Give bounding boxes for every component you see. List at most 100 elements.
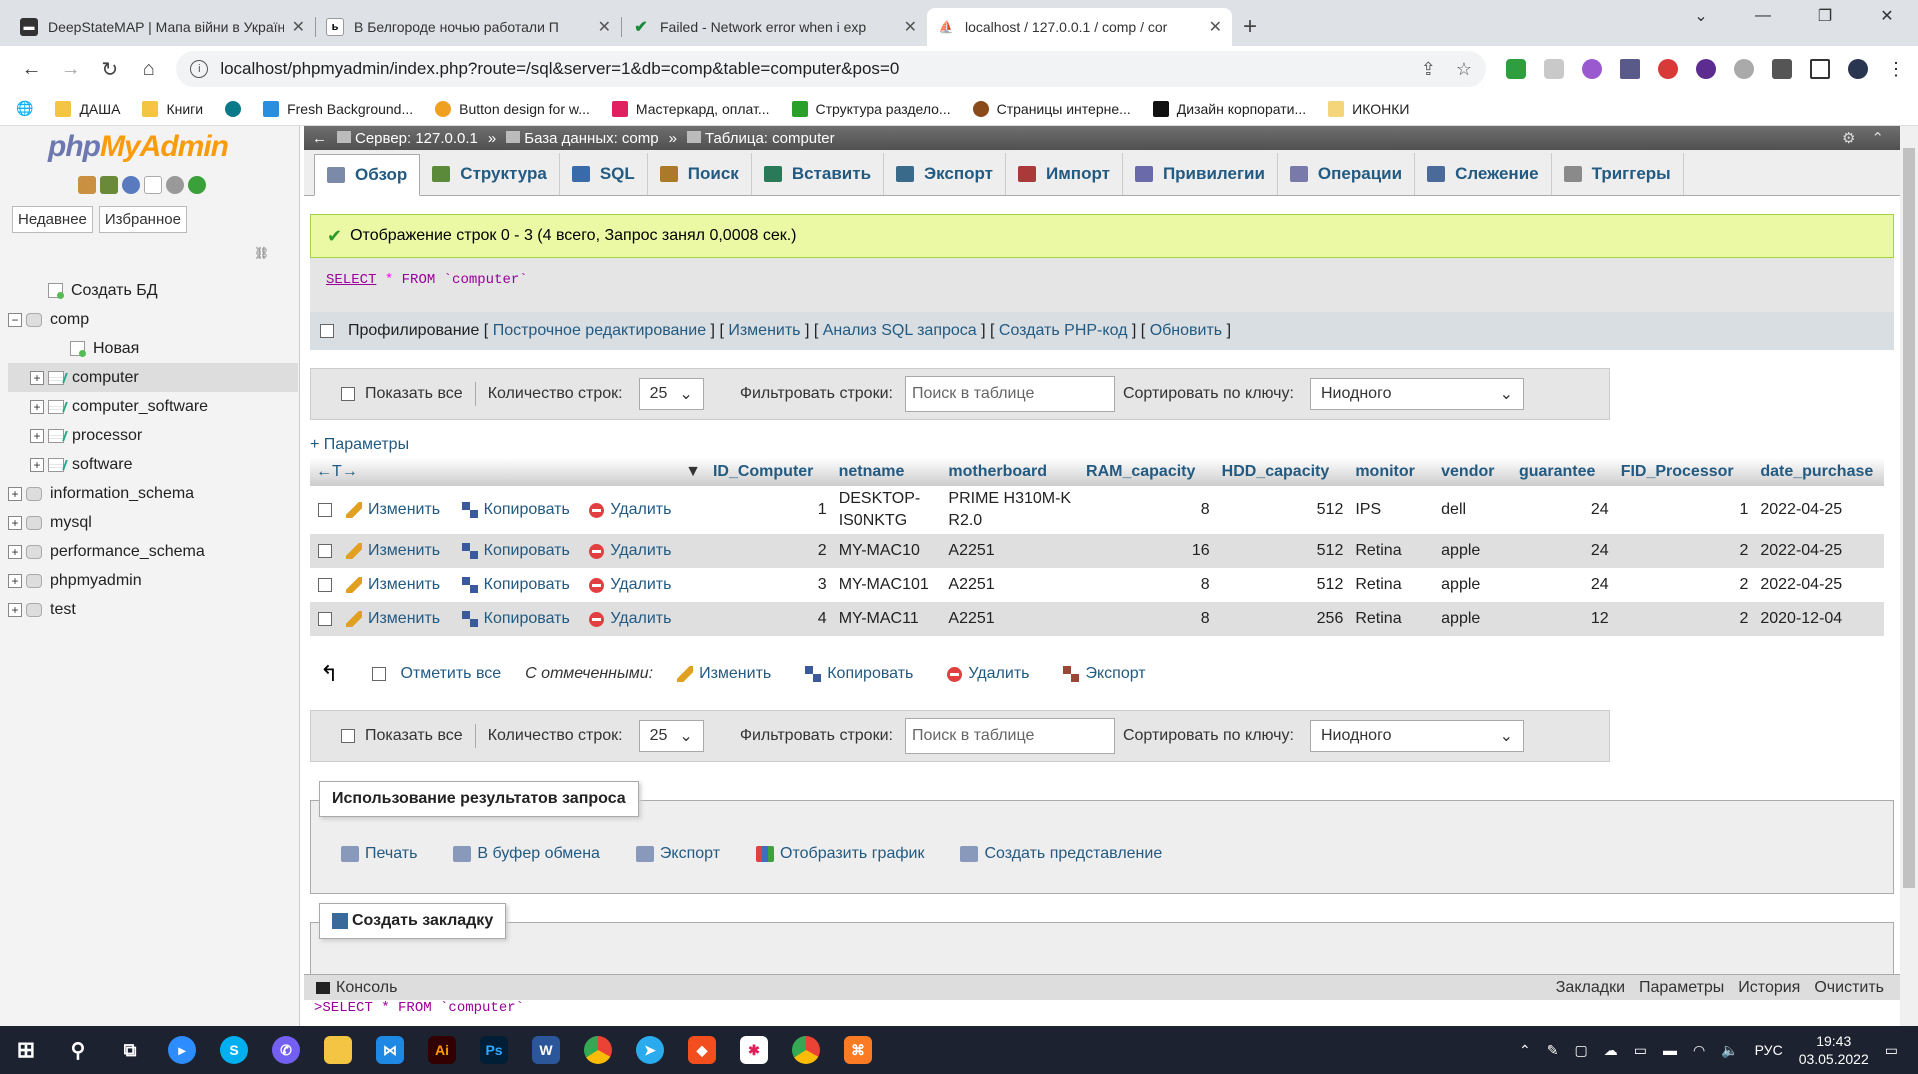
pen-icon[interactable]: ✎: [1547, 1042, 1559, 1059]
cell-netname[interactable]: MY-MAC11: [833, 608, 943, 630]
tree-node-software[interactable]: + software: [8, 450, 298, 479]
menu-tab-2[interactable]: SQL: [560, 153, 648, 195]
expand-icon[interactable]: +: [8, 573, 22, 588]
row-checkbox[interactable]: [317, 503, 332, 517]
cell-ram-capacity[interactable]: 8: [1080, 576, 1216, 594]
menu-kebab-icon[interactable]: ⋮: [1886, 59, 1906, 79]
cell-vendor[interactable]: apple: [1435, 610, 1513, 628]
show-all-checkbox[interactable]: [341, 387, 355, 401]
new-tab-button[interactable]: +: [1232, 8, 1268, 46]
expand-icon[interactable]: +: [8, 544, 22, 559]
tree-node-phpmyadmin[interactable]: + phpmyadmin: [8, 566, 298, 595]
clipboard-link[interactable]: В буфер обмена: [453, 845, 600, 863]
bookmark-item[interactable]: ДАША: [55, 100, 120, 117]
bookmark-item[interactable]: [225, 100, 242, 117]
bookmark-item[interactable]: Страницы интерне...: [972, 100, 1131, 117]
cell-netname[interactable]: MY-MAC10: [833, 540, 943, 562]
skype-app[interactable]: S: [208, 1026, 260, 1074]
show-all-checkbox[interactable]: [341, 729, 355, 743]
sql-select-keyword[interactable]: SELECT: [326, 272, 376, 288]
sort-select[interactable]: Ниодного ⌄: [1309, 378, 1524, 410]
column-resize-arrows-icon[interactable]: ←T→: [316, 463, 358, 481]
slack-app[interactable]: ✱: [728, 1026, 780, 1074]
cell-monitor[interactable]: Retina: [1349, 576, 1435, 594]
console-options-link[interactable]: Параметры: [1639, 979, 1724, 997]
row-edit-button[interactable]: Изменить: [340, 576, 456, 594]
cell-hdd-capacity[interactable]: 512: [1216, 576, 1350, 594]
home-icon[interactable]: [78, 176, 96, 194]
bookmark-item[interactable]: ИКОНКИ: [1328, 100, 1409, 117]
tree-node-item-0[interactable]: Создать БД: [8, 276, 298, 305]
row-delete-button[interactable]: Удалить: [583, 576, 707, 594]
check-all-checkbox[interactable]: [372, 667, 387, 681]
chrome-app-active[interactable]: [572, 1026, 624, 1074]
eyedropper-extension-icon[interactable]: [1620, 59, 1641, 79]
breadcrumb-table[interactable]: Таблица: computer: [686, 130, 835, 147]
cell-date-purchase[interactable]: 2022-04-25: [1754, 576, 1884, 594]
color-extension-icon[interactable]: [1582, 59, 1603, 79]
table-row[interactable]: Изменить Копировать Удалить 1 DESKTOP-IS0NKT…: [310, 486, 1884, 534]
vscode-app[interactable]: ⋈: [364, 1026, 416, 1074]
cell-fid-processor[interactable]: 2: [1615, 576, 1755, 594]
col-header-vendor[interactable]: vendor: [1435, 463, 1513, 481]
cell-hdd-capacity[interactable]: 512: [1216, 501, 1350, 519]
ublock-extension-icon[interactable]: [1544, 59, 1565, 79]
row-delete-button[interactable]: Удалить: [583, 501, 707, 519]
tab-2[interactable]: ь В Белгороде ночью работали П ✕: [316, 8, 621, 46]
col-header-id[interactable]: ID_Computer: [707, 463, 833, 481]
volume-icon[interactable]: 🔈: [1721, 1042, 1738, 1059]
menu-tab-10[interactable]: Триггеры: [1552, 153, 1684, 195]
tree-node-mysql[interactable]: + mysql: [8, 508, 298, 537]
cell-id-computer[interactable]: 2: [707, 542, 833, 560]
puzzle-extensions-icon[interactable]: [1772, 59, 1793, 79]
cell-vendor[interactable]: dell: [1435, 501, 1513, 519]
col-header-fid-processor[interactable]: FID_Processor: [1615, 463, 1755, 481]
photoshop-app[interactable]: Ps: [468, 1026, 520, 1074]
bulk-edit-button[interactable]: Изменить: [677, 665, 771, 683]
row-checkbox-cell[interactable]: [310, 544, 340, 558]
breadcrumb-database[interactable]: База данных: comp: [506, 130, 659, 147]
row-copy-button[interactable]: Копировать: [456, 610, 584, 628]
menu-tab-8[interactable]: Операции: [1278, 153, 1416, 195]
bookmark-item[interactable]: Fresh Background...: [263, 100, 413, 117]
cell-ram-capacity[interactable]: 8: [1080, 501, 1216, 519]
reload-nav-icon[interactable]: [188, 176, 206, 194]
bookmark-item[interactable]: Button design for w...: [435, 100, 590, 117]
reload-button[interactable]: ↻: [90, 51, 129, 87]
expand-icon[interactable]: +: [8, 486, 22, 501]
create-view-link[interactable]: Создать представление: [960, 845, 1162, 863]
phpmyadmin-logo[interactable]: phpMyAdmin: [48, 130, 229, 164]
cell-ram-capacity[interactable]: 8: [1080, 610, 1216, 628]
tab-3[interactable]: ✔ Failed - Network error when i exp ✕: [622, 8, 927, 46]
print-link[interactable]: Печать: [341, 845, 417, 863]
inline-edit-link[interactable]: Построчное редактирование: [493, 322, 706, 340]
row-checkbox[interactable]: [317, 578, 332, 592]
console-history-link[interactable]: История: [1738, 979, 1800, 997]
sort-dropdown-icon[interactable]: ▼: [685, 463, 701, 481]
row-delete-button[interactable]: Удалить: [583, 610, 707, 628]
cell-hdd-capacity[interactable]: 512: [1216, 542, 1350, 560]
collapse-arrow-icon[interactable]: ←: [312, 130, 327, 147]
row-checkbox-cell[interactable]: [310, 578, 340, 592]
search-button[interactable]: ⚲: [52, 1026, 104, 1074]
breadcrumb-server[interactable]: Сервер: 127.0.0.1: [337, 130, 478, 147]
restore-button[interactable]: ❐: [1794, 0, 1856, 32]
cell-monitor[interactable]: IPS: [1349, 501, 1435, 519]
cell-netname[interactable]: MY-MAC101: [833, 574, 943, 596]
tree-node-item-2[interactable]: Новая: [8, 334, 298, 363]
start-button[interactable]: ⊞: [0, 1026, 52, 1074]
expand-icon[interactable]: +: [30, 457, 44, 472]
scrollbar-thumb[interactable]: [1903, 148, 1915, 888]
cell-id-computer[interactable]: 4: [707, 610, 833, 628]
cell-date-purchase[interactable]: 2020-12-04: [1754, 610, 1884, 628]
rows-select[interactable]: 25 ⌄: [638, 720, 704, 752]
tree-node-computer[interactable]: + computer: [8, 363, 298, 392]
refresh-link[interactable]: Обновить: [1150, 322, 1222, 340]
cell-fid-processor[interactable]: 1: [1615, 501, 1755, 519]
cell-fid-processor[interactable]: 2: [1615, 542, 1755, 560]
cell-ram-capacity[interactable]: 16: [1080, 542, 1216, 560]
tree-node-test[interactable]: + test: [8, 595, 298, 624]
cell-guarantee[interactable]: 24: [1513, 501, 1615, 519]
filter-input[interactable]: Поиск в таблице: [904, 376, 1115, 412]
tab-4-active[interactable]: ⛵ localhost / 127.0.0.1 / comp / cor ✕: [927, 8, 1232, 46]
